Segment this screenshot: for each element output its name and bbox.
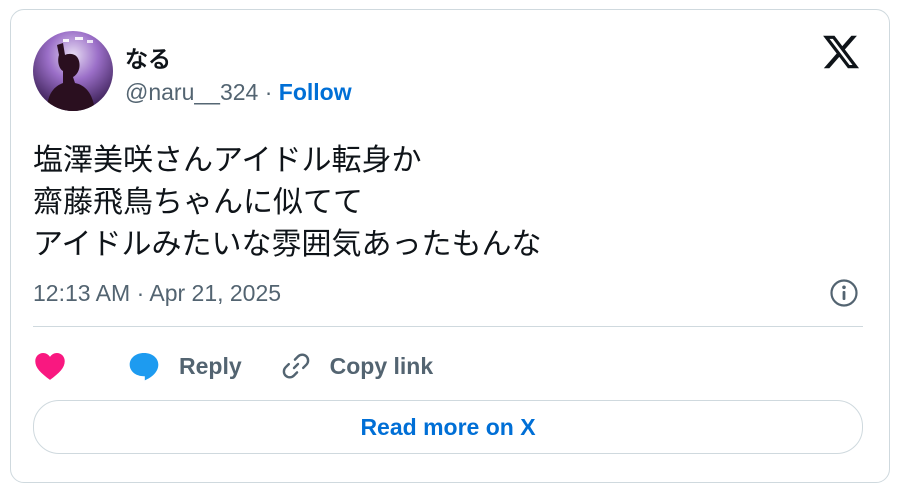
- like-button[interactable]: [33, 351, 127, 381]
- tweet-card: なる @naru__324 · Follow 塩澤美咲さんアイドル転身か 齋藤飛…: [10, 9, 890, 483]
- tweet-line: 塩澤美咲さんアイドル転身か: [33, 143, 422, 178]
- avatar[interactable]: [33, 31, 113, 111]
- divider: [33, 326, 863, 327]
- link-icon: [282, 353, 309, 379]
- copy-link-label: Copy link: [329, 352, 434, 379]
- display-name[interactable]: なる: [125, 40, 171, 74]
- tweet-line: アイドルみたいな雰囲気あったもんな: [33, 227, 542, 262]
- x-logo-icon[interactable]: [821, 32, 861, 72]
- info-icon[interactable]: [829, 278, 859, 308]
- speech-bubble-icon: [129, 353, 159, 381]
- avatar-image: [33, 31, 113, 111]
- copy-link-button[interactable]: Copy link: [280, 350, 434, 382]
- handle-row: @naru__324 · Follow: [125, 79, 352, 106]
- tweet-line: 齋藤飛鳥ちゃんに似てて: [33, 185, 363, 220]
- tweet-text: 塩澤美咲さんアイドル転身か 齋藤飛鳥ちゃんに似てて アイドルみたいな雰囲気あった…: [33, 140, 542, 266]
- follow-link[interactable]: Follow: [279, 79, 352, 105]
- read-more-button[interactable]: Read more on X: [33, 400, 863, 454]
- heart-icon: [35, 353, 65, 380]
- handle[interactable]: @naru__324: [125, 79, 258, 105]
- reply-label: Reply: [179, 352, 242, 379]
- action-bar: Reply Copy link: [33, 344, 433, 388]
- separator-dot: ·: [258, 79, 279, 105]
- reply-button[interactable]: Reply: [127, 351, 242, 381]
- timestamp-link[interactable]: 12:13 AM · Apr 21, 2025: [33, 280, 281, 307]
